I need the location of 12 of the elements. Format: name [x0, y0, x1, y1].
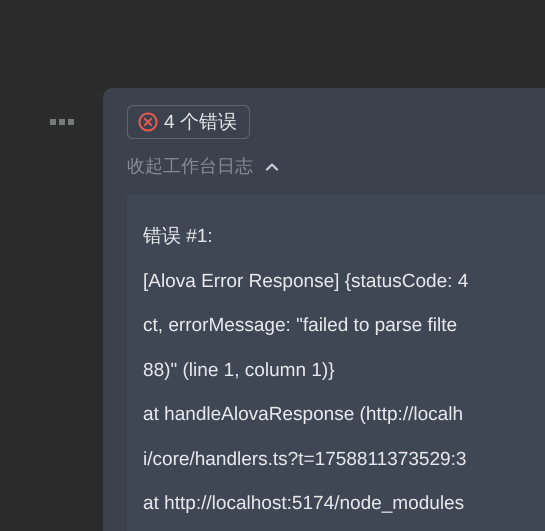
log-line: 错误 #1: [143, 225, 214, 249]
more-icon[interactable] [50, 118, 74, 126]
collapse-log-toggle[interactable]: 收起工作台日志 [127, 154, 279, 178]
chevron-up-icon [265, 162, 279, 170]
log-line: at handleAlovaResponse (http://localh [143, 403, 464, 427]
log-line: [Alova Error Response] {statusCode: 4 [143, 270, 470, 294]
error-count: 4 个错误 [164, 111, 237, 135]
error-icon [138, 112, 158, 132]
log-line: i/core/handlers.ts?t=1758811373529:3 [143, 448, 468, 472]
log-line: at http://localhost:5174/node_modules [143, 492, 466, 516]
log-line: ct, errorMessage: "failed to parse filte [143, 314, 458, 338]
log-line: 88)" (line 1, column 1)} [143, 358, 336, 382]
